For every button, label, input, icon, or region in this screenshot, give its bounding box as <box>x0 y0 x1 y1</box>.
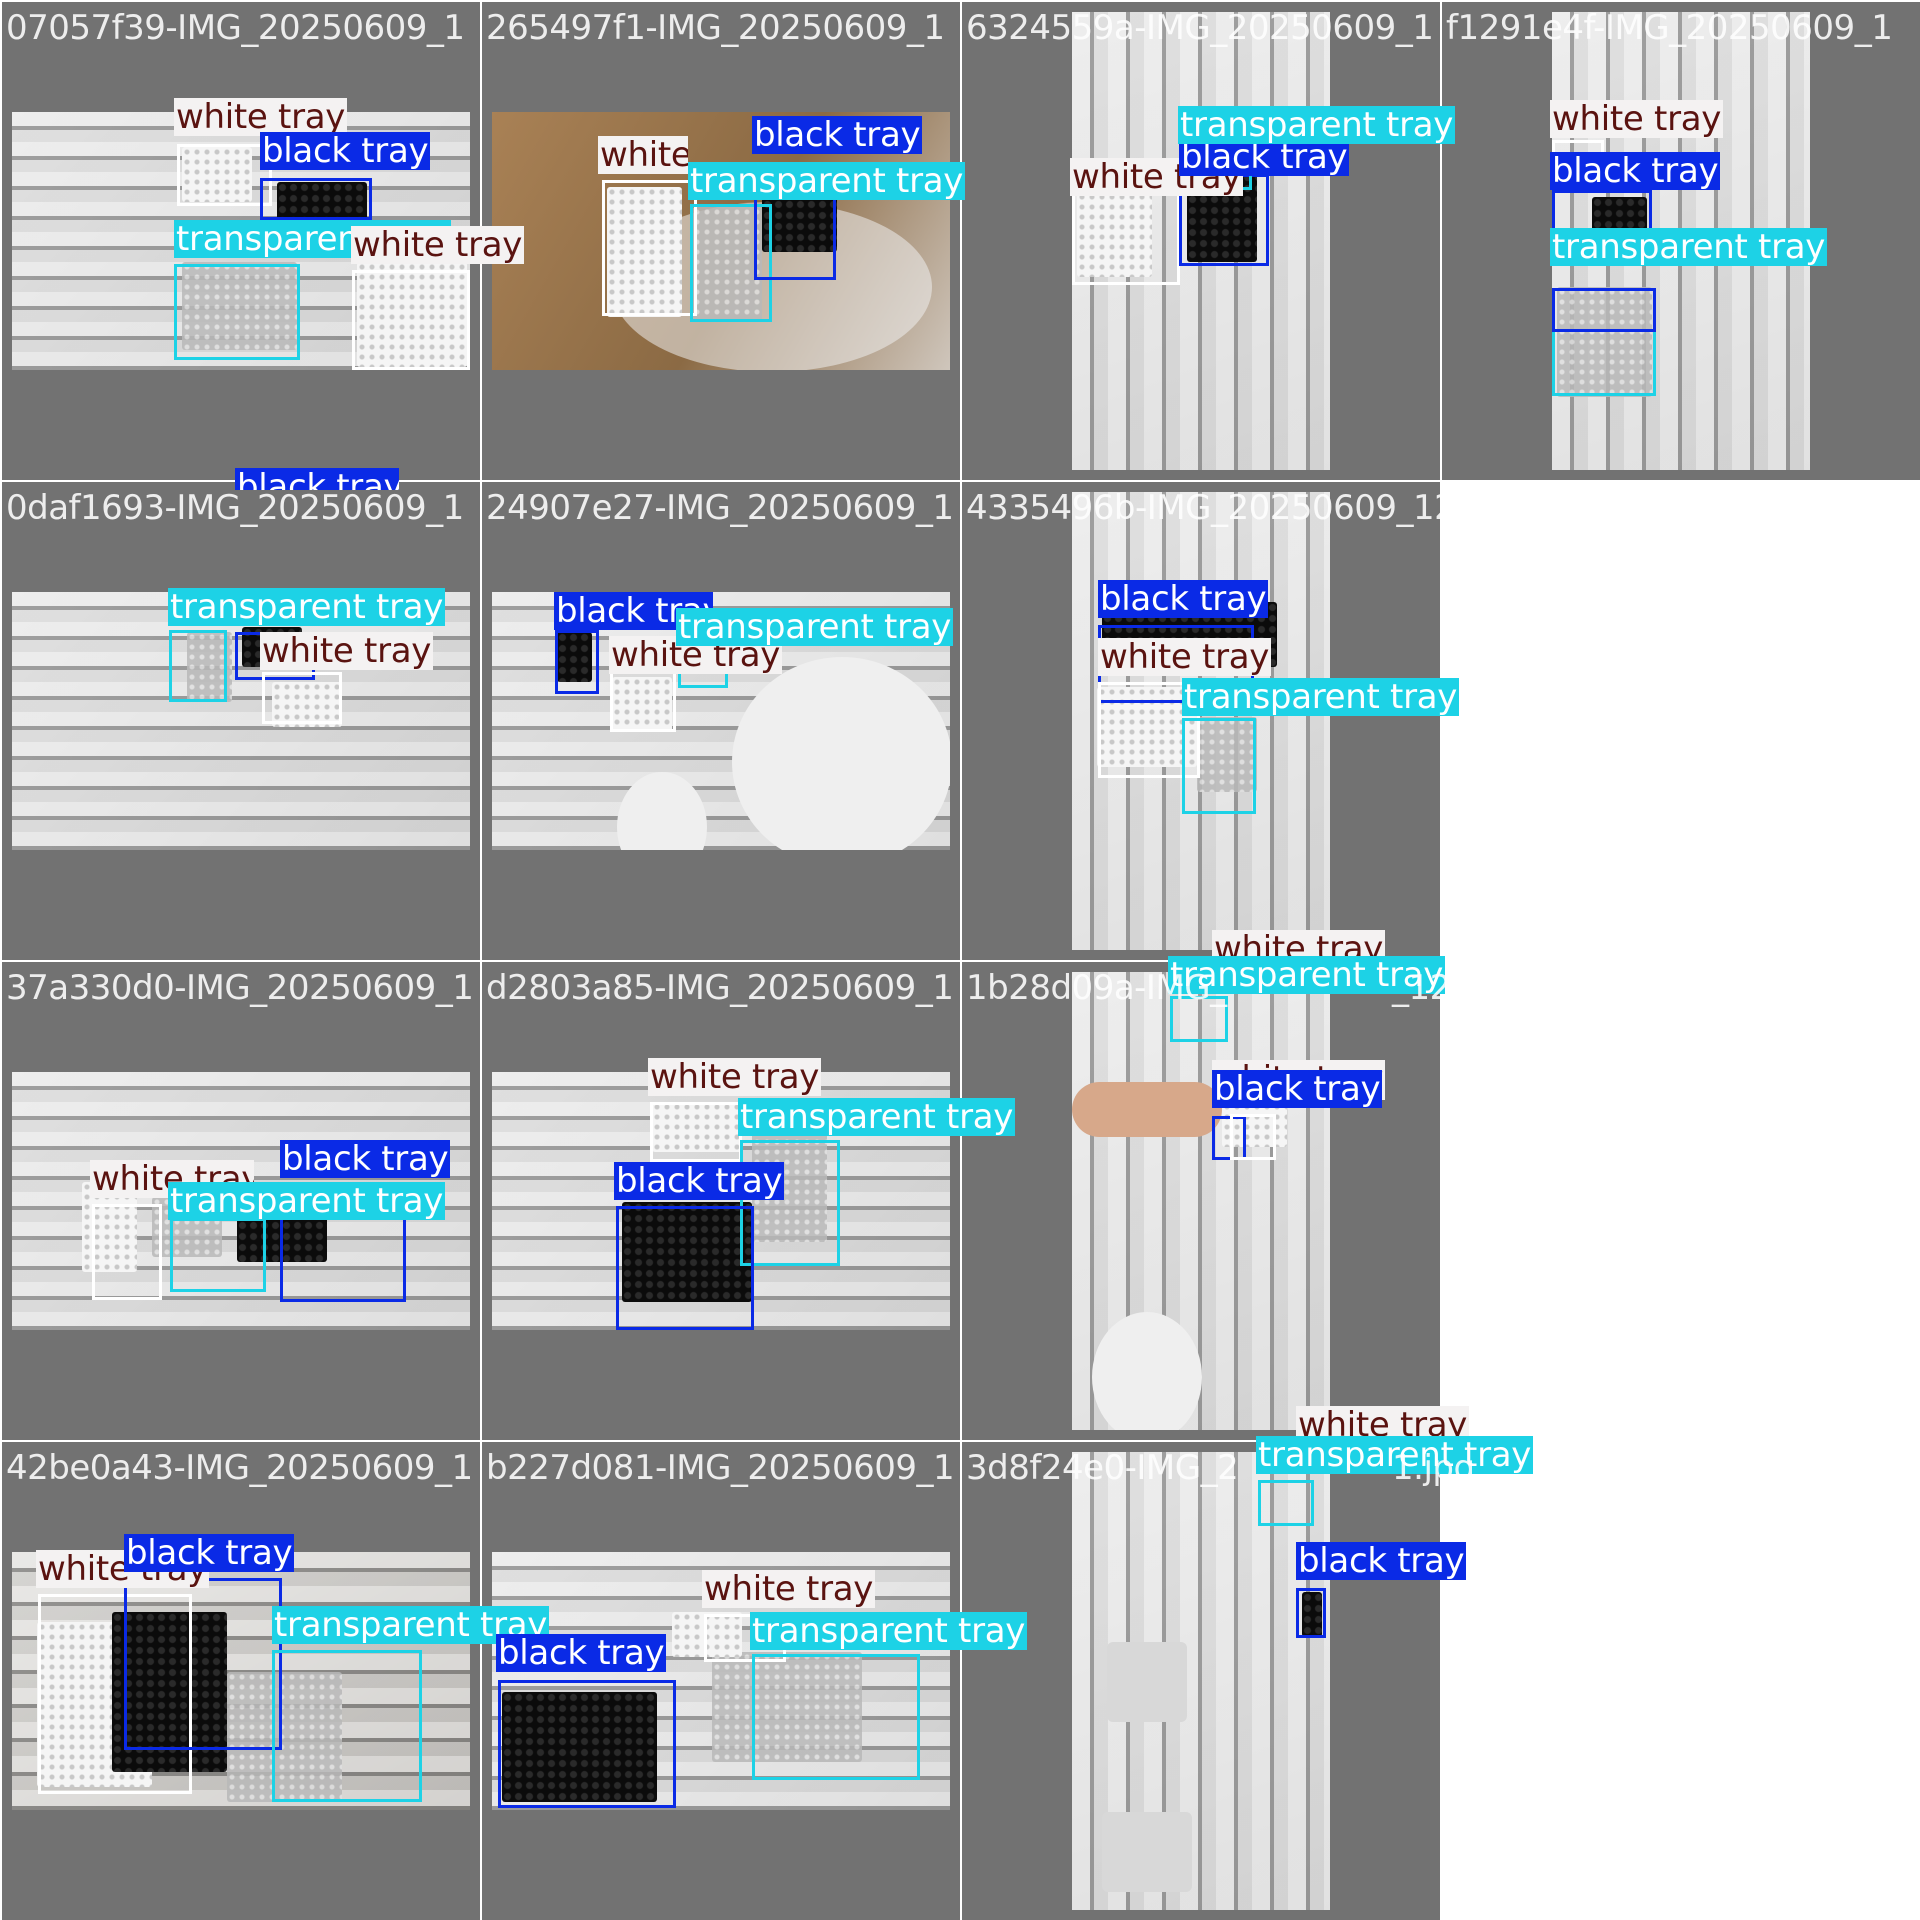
label-black-tray: black tray <box>235 468 399 490</box>
label-black-tray: black tray <box>124 1533 295 1573</box>
bbox-white-tray <box>650 1102 742 1162</box>
tile-filename: 1.jpg <box>1392 1448 1475 1488</box>
mosaic-tile-3: white tray black tray transparent tray 6… <box>962 2 1456 480</box>
robot-cover <box>732 657 950 850</box>
label-black-tray: black tray <box>1098 579 1269 619</box>
mosaic-tile-5: black tray transparent tray white tray 0… <box>2 468 480 960</box>
label-black-tray: black tray <box>1550 151 1721 191</box>
label-transparent-tray: transparent tray <box>1182 677 1460 717</box>
mount-plate <box>1102 1812 1192 1892</box>
tile-filename: f1291e4f-IMG_20250609_1 <box>1446 8 1893 48</box>
bbox-transparent-tray <box>272 1650 422 1802</box>
mosaic-tile-7: black tray white tray transparent tray 4… <box>962 482 1602 960</box>
bbox-white-tray <box>1072 182 1180 285</box>
label-transparent-tray: transparent tray <box>676 607 954 647</box>
label-black-tray: black tray <box>280 1139 451 1179</box>
mosaic-tile-13: white tray transparent tray black tray 3… <box>962 1406 1534 1920</box>
label-transparent-tray: transparent tray <box>738 1097 1016 1137</box>
robot-cap <box>617 772 707 850</box>
mosaic-tile-2: white tray black tray transparent tray 2… <box>482 2 966 480</box>
label-black-tray: black tray <box>614 1161 785 1201</box>
bbox-black-tray <box>616 1206 754 1330</box>
bbox-transparent-tray <box>169 630 227 702</box>
tile-filename: 4335496b-IMG_20250609_123027.jpg <box>966 488 1602 528</box>
label-white-tray: white tray <box>351 225 525 265</box>
mosaic-tile-9: white tray transparent tray black tray d… <box>482 962 1016 1440</box>
mount-plate <box>1107 1642 1187 1722</box>
label-white-tray: white tray <box>1098 637 1272 677</box>
label-black-tray: black tray <box>1212 1069 1383 1109</box>
tile-filename: 07057f39-IMG_20250609_1 <box>6 8 465 48</box>
label-transparent-tray: transparent tray <box>1178 105 1456 145</box>
bbox-white-tray <box>352 270 470 370</box>
bbox-black-tray <box>498 1680 676 1808</box>
mosaic-tile-12: white tray transparent tray black tray b… <box>482 1442 1028 1920</box>
bbox-black-tray <box>555 630 599 694</box>
bbox-black-tray <box>1552 288 1656 332</box>
mosaic-tile-10: white tray transparent tray white tray b… <box>962 930 1597 1440</box>
bbox-transparent-tray <box>174 264 300 360</box>
label-transparent-tray: transparent tray <box>168 1181 446 1221</box>
label-black-tray: black tray <box>260 131 431 171</box>
tile-filename: 3d8f24e0-IMG_2 <box>966 1448 1239 1488</box>
bbox-transparent-tray <box>170 1218 266 1292</box>
mosaic-tile-1: white tray black tray transparent tray w… <box>2 2 525 480</box>
tile-filename: d2803a85-IMG_20250609_1 <box>486 968 954 1008</box>
tile-filename: 24907e27-IMG_20250609_1 <box>486 488 954 528</box>
label-transparent-tray: transparent tray <box>750 1611 1028 1651</box>
bbox-white-tray <box>177 144 272 206</box>
tile-filename: b227d081-IMG_20250609_1 <box>486 1448 955 1488</box>
label-transparent-tray: transparent tray <box>168 587 446 627</box>
label-white-tray: white tray <box>1550 99 1724 139</box>
bbox-transparent-tray <box>752 1654 920 1780</box>
label-white-tray: white tray <box>598 136 688 174</box>
bbox-black-tray <box>1296 1588 1326 1638</box>
mosaic-tile-8: white tray black tray transparent tray 3… <box>2 962 480 1440</box>
bbox-white-tray <box>602 180 697 316</box>
tile-filename: 0daf1693-IMG_20250609_1 <box>6 488 464 528</box>
bbox-transparent-tray <box>1182 718 1256 814</box>
label-white-tray: white tray <box>260 631 434 671</box>
hand <box>1072 1082 1222 1137</box>
label-white-tray: white tray <box>702 1569 876 1609</box>
mosaic-tile-11: white tray black tray transparent tray 4… <box>2 1442 550 1920</box>
bbox-white-tray <box>262 672 342 724</box>
mosaic-tile-6: black tray white tray transparent tray 2… <box>482 482 960 960</box>
bbox-white-tray <box>610 670 676 732</box>
tile-filename: 6324559a-IMG_20250609_1 <box>966 8 1434 48</box>
tile-filename: 1b28d09a-IMG_ <box>966 968 1227 1008</box>
robot-arm <box>1092 1312 1202 1430</box>
mosaic-tile-4: white tray black tray transparent tray f… <box>1442 2 1920 480</box>
bbox-black-tray <box>124 1578 282 1750</box>
tile-filename: 265497f1-IMG_20250609_1 <box>486 8 945 48</box>
label-black-tray: black tray <box>496 1633 667 1673</box>
label-white-tray: white tray <box>648 1057 822 1097</box>
bbox-white-tray <box>1230 1114 1276 1160</box>
tile-filename: 42be0a43-IMG_20250609_1 <box>6 1448 473 1488</box>
bbox-transparent-tray <box>1258 1480 1314 1526</box>
bbox-white-tray <box>92 1204 162 1300</box>
label-transparent-tray: transparent tray <box>688 161 966 201</box>
label-black-tray: black tray <box>752 115 923 155</box>
bbox-black-tray <box>260 178 372 220</box>
label-transparent-tray: transparent tray <box>1550 227 1828 267</box>
tile-filename: _123914.jpg <box>1392 968 1597 1008</box>
bbox-transparent-tray <box>740 1140 840 1266</box>
label-black-tray: black tray <box>1296 1541 1467 1581</box>
tile-filename: 37a330d0-IMG_20250609_1 <box>6 968 474 1008</box>
